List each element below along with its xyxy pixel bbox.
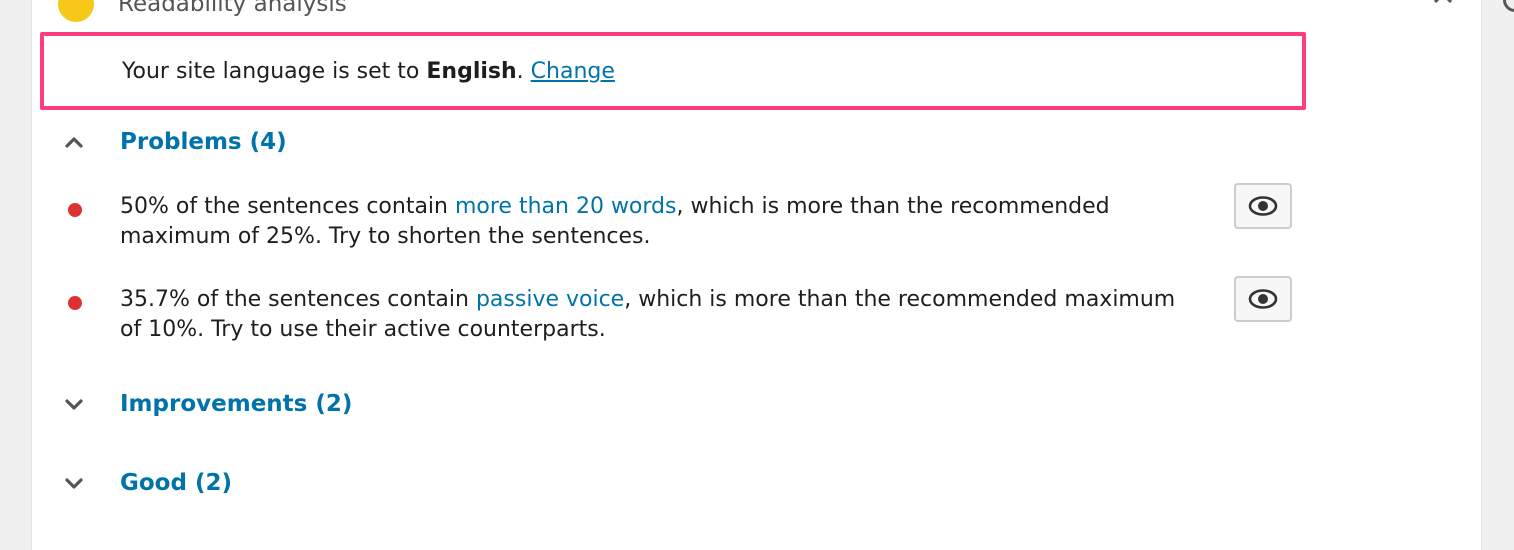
eye-icon	[1248, 289, 1278, 309]
site-language-notice: Your site language is set to English. Ch…	[40, 32, 1306, 110]
highlight-sentence-length-button[interactable]	[1234, 183, 1292, 229]
improvements-section-toggle[interactable]: Improvements (2)	[62, 390, 352, 418]
problem-status-dot	[68, 296, 82, 310]
good-section-toggle[interactable]: Good (2)	[62, 469, 232, 497]
improvements-section-label: Improvements (2)	[120, 391, 353, 417]
panel-title: Readability analysis	[118, 0, 347, 17]
eye-icon	[1248, 196, 1278, 216]
sentence-length-link[interactable]: more than 20 words	[455, 194, 677, 219]
panel-header[interactable]: Readability analysis	[58, 0, 347, 22]
highlight-passive-voice-button[interactable]	[1234, 276, 1292, 322]
chevron-up-icon	[62, 130, 86, 154]
collapse-icon[interactable]	[1432, 0, 1454, 10]
chevron-down-icon	[62, 471, 86, 495]
problem-text: 50% of the sentences contain more than 2…	[120, 194, 1110, 249]
scroll-handle-icon[interactable]	[1503, 0, 1514, 12]
problem-text: 35.7% of the sentences contain passive v…	[120, 287, 1176, 342]
problem-status-dot	[68, 203, 82, 217]
change-language-link[interactable]: Change	[531, 59, 615, 84]
good-section-label: Good (2)	[120, 470, 232, 496]
readability-status-icon	[58, 0, 94, 22]
chevron-down-icon	[62, 392, 86, 416]
problems-section-toggle[interactable]: Problems (4)	[62, 128, 287, 156]
problems-section-label: Problems (4)	[120, 129, 287, 155]
passive-voice-link[interactable]: passive voice	[476, 287, 624, 312]
site-language-value: English	[426, 59, 517, 84]
site-language-text: Your site language is set to English. Ch…	[122, 59, 615, 84]
